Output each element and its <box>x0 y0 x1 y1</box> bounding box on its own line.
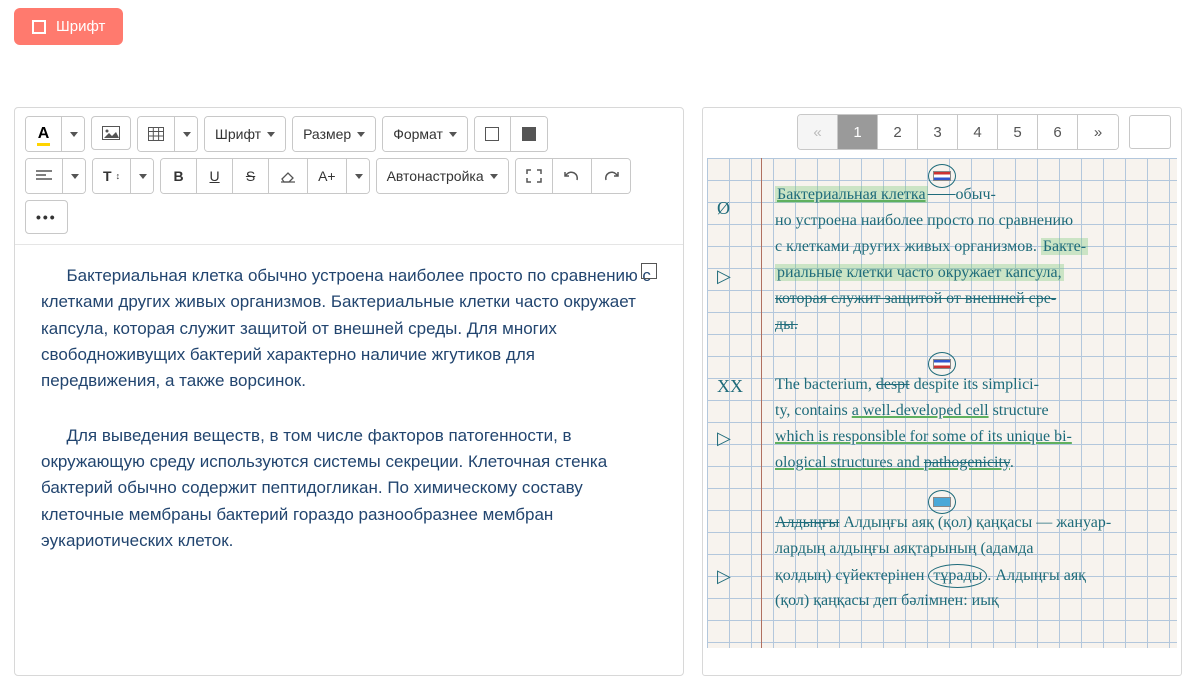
undo-icon <box>563 170 581 182</box>
hw-ru-6: ды. <box>775 314 1163 336</box>
size-dropdown[interactable]: Размер <box>293 117 375 151</box>
undo-button[interactable] <box>553 159 592 193</box>
caret-icon <box>139 174 147 179</box>
hw-kz-3: қолдың) сүйектерінен тұрады. Алдыңғы аяқ <box>775 564 1163 588</box>
eraser-button[interactable] <box>269 159 308 193</box>
autotune-dropdown[interactable]: Автонастройка <box>377 159 508 193</box>
textsize-label: T <box>103 168 112 184</box>
hw-ru-4: риальные клетки часто окружает капсула, <box>775 262 1163 284</box>
page-next[interactable]: » <box>1078 115 1118 149</box>
page-3[interactable]: 3 <box>918 115 958 149</box>
toolbar: A Шрифт Размер <box>15 108 683 245</box>
table-dropdown[interactable] <box>175 117 197 151</box>
editor-content[interactable]: Бактериальная клетка обычно устроена наи… <box>15 245 683 675</box>
redo-button[interactable] <box>592 159 630 193</box>
paragraph-2: Для выведения веществ, в том числе факто… <box>41 423 657 555</box>
square-outline-icon <box>485 127 499 141</box>
fullscreen-icon <box>526 169 542 183</box>
page-1[interactable]: 1 <box>838 115 878 149</box>
textsize-button[interactable]: T↕ <box>93 159 131 193</box>
hw-ru-1: Бактериальная клетка обыч- <box>775 184 1163 206</box>
underline-button[interactable]: U <box>197 159 233 193</box>
margin-mark-5: ▷ <box>717 566 731 587</box>
eraser-icon <box>279 169 297 183</box>
hw-kz-2: лардың алдыңғы аяқтарының (адамда <box>775 538 1163 560</box>
hw-en-3: which is responsible for some of its uni… <box>775 426 1163 448</box>
align-button[interactable] <box>26 159 63 193</box>
align-dropdown[interactable] <box>63 159 85 193</box>
caret-icon <box>71 174 79 179</box>
font-dropdown[interactable]: Шрифт <box>205 117 285 151</box>
strike-button[interactable]: S <box>233 159 269 193</box>
content-marker-icon <box>641 263 657 279</box>
preview-panel: « 1 2 3 4 5 6 » Бактериальная клетка обы… <box>702 107 1182 676</box>
hw-ru-2: но устроена наиболее просто по сравнению <box>775 210 1163 232</box>
table-button[interactable] <box>138 117 175 151</box>
flag-en <box>707 352 1177 376</box>
image-icon <box>102 126 120 140</box>
bold-button[interactable]: B <box>161 159 197 193</box>
page-4[interactable]: 4 <box>958 115 998 149</box>
format-label: Формат <box>393 126 443 142</box>
paragraph-1: Бактериальная клетка обычно устроена наи… <box>41 263 657 395</box>
hw-ru-5: которая служит защитой от внешней сре- <box>775 288 1163 310</box>
font-button[interactable]: Шрифт <box>14 8 123 45</box>
pagination: « 1 2 3 4 5 6 » <box>797 114 1119 150</box>
redo-icon <box>602 170 620 182</box>
case-button[interactable]: A+ <box>308 159 347 193</box>
margin-mark-3: XX <box>717 376 743 397</box>
margin-mark-1: Ø <box>717 198 730 219</box>
caret-icon <box>355 174 363 179</box>
arrow-icon: ↕ <box>116 171 121 181</box>
text-color-icon: A <box>38 125 50 143</box>
format-dropdown[interactable]: Формат <box>383 117 467 151</box>
square-filled-icon <box>522 127 536 141</box>
image-button[interactable] <box>91 116 131 150</box>
fullscreen-button[interactable] <box>516 159 553 193</box>
autotune-label: Автонастройка <box>387 168 484 184</box>
page-5[interactable]: 5 <box>998 115 1038 149</box>
page-input[interactable] <box>1129 115 1171 149</box>
font-label: Шрифт <box>215 126 261 142</box>
hw-kz-1: Алдыңғы Алдыңғы аяқ (қол) қаңқасы — жану… <box>775 512 1163 534</box>
square-icon <box>32 20 46 34</box>
caret-icon <box>490 174 498 179</box>
hw-en-2: ty, contains a well-developed cell struc… <box>775 400 1163 422</box>
margin-mark-2: ▷ <box>717 266 731 287</box>
page-prev[interactable]: « <box>798 115 838 149</box>
notebook-preview: Бактериальная клетка обыч- но устроена н… <box>707 158 1177 648</box>
text-color-button[interactable]: A <box>26 117 62 151</box>
text-color-dropdown[interactable] <box>62 117 84 151</box>
case-dropdown[interactable] <box>347 159 369 193</box>
hw-en-4: ological structures and pathogenicity. <box>775 452 1163 474</box>
more-button[interactable]: ••• <box>25 200 68 234</box>
textsize-dropdown[interactable] <box>131 159 153 193</box>
caret-icon <box>183 132 191 137</box>
box-outline-button[interactable] <box>475 117 511 151</box>
margin-mark-4: ▷ <box>717 428 731 449</box>
hw-en-1: The bacterium, despt despite its simplic… <box>775 374 1163 396</box>
editor-panel: A Шрифт Размер <box>14 107 684 676</box>
font-button-label: Шрифт <box>56 18 105 35</box>
page-2[interactable]: 2 <box>878 115 918 149</box>
pager: « 1 2 3 4 5 6 » <box>703 108 1181 158</box>
margin-line <box>761 158 762 648</box>
caret-icon <box>70 132 78 137</box>
hw-ru-3: с клетками других живых организмов. Бакт… <box>775 236 1163 258</box>
table-icon <box>148 127 164 141</box>
caret-icon <box>267 132 275 137</box>
page-6[interactable]: 6 <box>1038 115 1078 149</box>
caret-icon <box>357 132 365 137</box>
flag-kz <box>707 490 1177 514</box>
hw-kz-4: (қол) қаңқасы деп бәлімнен: иық <box>775 590 1163 612</box>
size-label: Размер <box>303 126 351 142</box>
caret-icon <box>449 132 457 137</box>
align-icon <box>36 170 52 182</box>
box-filled-button[interactable] <box>511 117 547 151</box>
